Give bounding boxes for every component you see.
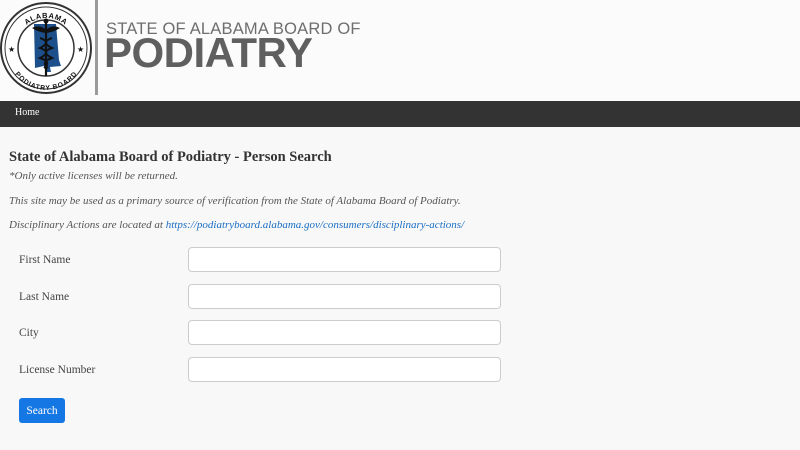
disciplinary-actions-note: Disciplinary Actions are located at http… <box>9 219 464 231</box>
navbar: Home <box>0 101 800 127</box>
site-header: ★ ★ ALABAMA PODIATRY BOARD STATE OF ALAB… <box>0 0 800 101</box>
logo-divider <box>95 0 98 95</box>
svg-text:★: ★ <box>8 45 15 54</box>
license-number-input[interactable] <box>188 357 501 382</box>
active-licenses-note: *Only active licenses will be returned. <box>9 170 178 182</box>
first-name-input[interactable] <box>188 247 501 272</box>
first-name-label: First Name <box>19 254 71 266</box>
nav-home-link[interactable]: Home <box>15 107 39 118</box>
primary-source-note: This site may be used as a primary sourc… <box>9 195 461 207</box>
podiatry-board-seal-icon: ★ ★ ALABAMA PODIATRY BOARD <box>0 2 92 94</box>
last-name-label: Last Name <box>19 291 70 303</box>
search-button[interactable]: Search <box>19 398 65 423</box>
page-title: State of Alabama Board of Podiatry - Per… <box>9 149 332 165</box>
last-name-input[interactable] <box>188 284 501 309</box>
city-input[interactable] <box>188 320 501 345</box>
city-label: City <box>19 327 39 339</box>
disciplinary-actions-prefix: Disciplinary Actions are located at <box>9 219 166 231</box>
disciplinary-actions-link[interactable]: https://podiatryboard.alabama.gov/consum… <box>166 219 464 231</box>
license-number-label: License Number <box>19 364 96 376</box>
svg-text:★: ★ <box>77 45 84 54</box>
logo-text-line2: PODIATRY <box>104 29 313 76</box>
